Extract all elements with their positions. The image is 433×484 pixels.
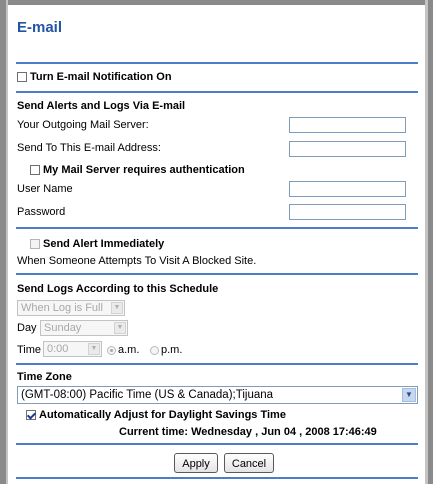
- outgoing-server-input[interactable]: [289, 117, 406, 133]
- username-input[interactable]: [289, 181, 406, 197]
- am-option[interactable]: a.m.: [107, 344, 139, 356]
- email-notification-checkbox[interactable]: [17, 72, 27, 83]
- username-label: User Name: [17, 183, 73, 195]
- alert-immediately-row: Send Alert Immediately: [30, 238, 164, 250]
- time-value: 0:00: [47, 343, 69, 355]
- time-select[interactable]: 0:00 ▼: [43, 341, 102, 357]
- pm-option[interactable]: p.m.: [150, 344, 182, 356]
- schedule-heading: Send Logs According to this Schedule: [17, 283, 219, 295]
- apply-button[interactable]: Apply: [174, 453, 218, 473]
- divider: [16, 273, 418, 275]
- page-title: E-mail: [17, 19, 63, 36]
- divider: [16, 62, 418, 64]
- cancel-button[interactable]: Cancel: [224, 453, 274, 473]
- time-label: Time: [17, 344, 42, 356]
- am-label: a.m.: [118, 344, 140, 356]
- divider: [16, 443, 418, 445]
- chevron-down-icon: ▼: [402, 388, 416, 402]
- day-select[interactable]: Sunday ▼: [40, 320, 128, 336]
- chevron-down-icon: ▼: [111, 302, 123, 314]
- pm-label: p.m.: [161, 344, 183, 356]
- day-value: Sunday: [44, 322, 82, 334]
- timezone-value: (GMT-08:00) Pacific Time (US & Canada);T…: [21, 389, 274, 401]
- email-settings-panel: E-mail Turn E-mail Notification On Send …: [12, 0, 422, 484]
- window-frame-left-inner: [6, 0, 8, 484]
- divider: [16, 363, 418, 365]
- auth-required-checkbox[interactable]: [30, 165, 40, 176]
- password-input[interactable]: [289, 204, 406, 220]
- scrollbar-track[interactable]: [428, 0, 433, 484]
- timezone-heading: Time Zone: [17, 371, 72, 383]
- divider: [16, 227, 418, 229]
- schedule-frequency-value: When Log is Full: [21, 302, 103, 314]
- send-to-email-input[interactable]: [289, 141, 406, 157]
- dst-label: Automatically Adjust for Daylight Saving…: [39, 409, 286, 421]
- auth-required-label: My Mail Server requires authentication: [43, 164, 245, 176]
- send-alert-immediately-checkbox[interactable]: [30, 239, 40, 250]
- dst-row: Automatically Adjust for Daylight Saving…: [26, 409, 286, 421]
- alerts-heading: Send Alerts and Logs Via E-mail: [17, 100, 186, 112]
- chevron-down-icon: ▼: [88, 343, 100, 355]
- day-label: Day: [17, 322, 37, 334]
- outgoing-server-label: Your Outgoing Mail Server:: [17, 119, 149, 131]
- notification-row: Turn E-mail Notification On: [17, 71, 172, 83]
- divider: [16, 477, 418, 479]
- auth-row: My Mail Server requires authentication: [30, 164, 245, 176]
- current-time: Current time: Wednesday , Jun 04 , 2008 …: [119, 426, 377, 438]
- chevron-down-icon: ▼: [114, 322, 126, 334]
- divider: [16, 91, 418, 93]
- email-notification-label: Turn E-mail Notification On: [30, 71, 172, 83]
- pm-radio[interactable]: [150, 345, 159, 355]
- password-label: Password: [17, 206, 66, 218]
- schedule-frequency-select[interactable]: When Log is Full ▼: [17, 300, 125, 316]
- dst-checkbox[interactable]: [26, 410, 36, 421]
- send-alert-immediately-label: Send Alert Immediately: [43, 238, 165, 250]
- blocked-site-description: When Someone Attempts To Visit A Blocked…: [17, 255, 257, 267]
- send-to-label: Send To This E-mail Address:: [17, 142, 161, 154]
- timezone-select[interactable]: (GMT-08:00) Pacific Time (US & Canada);T…: [17, 386, 418, 404]
- am-radio[interactable]: [107, 345, 116, 355]
